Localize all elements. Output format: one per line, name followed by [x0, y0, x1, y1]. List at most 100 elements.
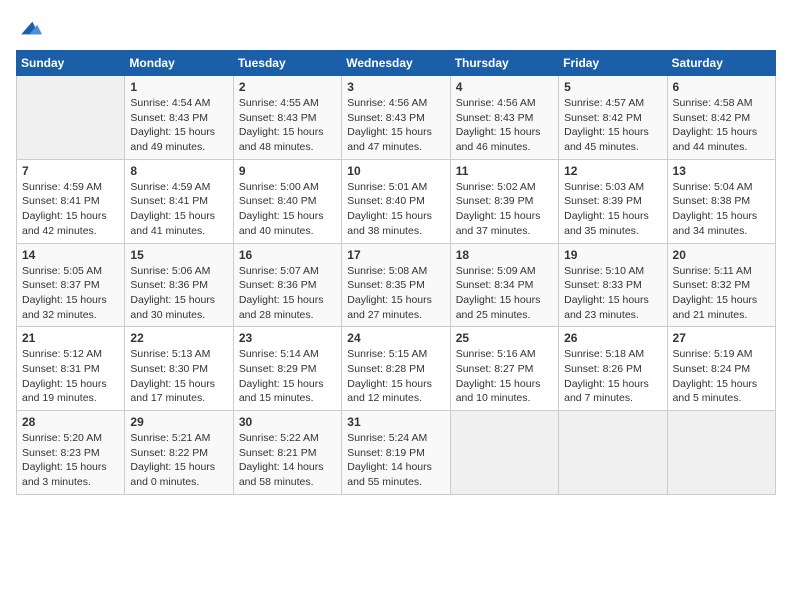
calendar-cell: 16 Sunrise: 5:07 AM Sunset: 8:36 PM Dayli… [233, 243, 341, 327]
day-number: 5 [564, 80, 661, 94]
header-row [16, 16, 776, 40]
calendar-cell: 14 Sunrise: 5:05 AM Sunset: 8:37 PM Dayli… [17, 243, 125, 327]
calendar-cell: 5 Sunrise: 4:57 AM Sunset: 8:42 PM Daylig… [559, 76, 667, 160]
day-info: Sunrise: 5:11 AM Sunset: 8:32 PM Dayligh… [673, 264, 770, 323]
day-info: Sunrise: 5:21 AM Sunset: 8:22 PM Dayligh… [130, 431, 227, 490]
day-number: 4 [456, 80, 553, 94]
calendar-cell [667, 411, 775, 495]
calendar-cell: 19 Sunrise: 5:10 AM Sunset: 8:33 PM Dayli… [559, 243, 667, 327]
calendar-cell: 28 Sunrise: 5:20 AM Sunset: 8:23 PM Dayli… [17, 411, 125, 495]
calendar-cell: 23 Sunrise: 5:14 AM Sunset: 8:29 PM Dayli… [233, 327, 341, 411]
day-info: Sunrise: 5:01 AM Sunset: 8:40 PM Dayligh… [347, 180, 444, 239]
calendar-cell: 27 Sunrise: 5:19 AM Sunset: 8:24 PM Dayli… [667, 327, 775, 411]
calendar-cell: 18Sunrise: 5:09 AM Sunset: 8:34 PM Dayli… [450, 243, 558, 327]
calendar-cell: 20 Sunrise: 5:11 AM Sunset: 8:32 PM Dayli… [667, 243, 775, 327]
day-info: Sunrise: 5:10 AM Sunset: 8:33 PM Dayligh… [564, 264, 661, 323]
day-info: Sunrise: 4:58 AM Sunset: 8:42 PM Dayligh… [673, 96, 770, 155]
calendar-cell: 21 Sunrise: 5:12 AM Sunset: 8:31 PM Dayli… [17, 327, 125, 411]
day-number: 28 [22, 415, 119, 429]
day-number: 23 [239, 331, 336, 345]
day-info: Sunrise: 4:59 AM Sunset: 8:41 PM Dayligh… [22, 180, 119, 239]
calendar-week-row: 7 Sunrise: 4:59 AM Sunset: 8:41 PM Daylig… [17, 159, 776, 243]
day-info: Sunrise: 5:16 AM Sunset: 8:27 PM Dayligh… [456, 347, 553, 406]
day-number: 14 [22, 248, 119, 262]
day-number: 26 [564, 331, 661, 345]
calendar-cell [17, 76, 125, 160]
calendar-week-row: 14 Sunrise: 5:05 AM Sunset: 8:37 PM Dayli… [17, 243, 776, 327]
day-number: 30 [239, 415, 336, 429]
day-number: 18 [456, 248, 553, 262]
day-number: 19 [564, 248, 661, 262]
calendar-cell [559, 411, 667, 495]
day-number: 25 [456, 331, 553, 345]
calendar-cell: 7 Sunrise: 4:59 AM Sunset: 8:41 PM Daylig… [17, 159, 125, 243]
calendar-cell: 24 Sunrise: 5:15 AM Sunset: 8:28 PM Dayli… [342, 327, 450, 411]
col-header-thursday: Thursday [450, 51, 558, 76]
col-header-monday: Monday [125, 51, 233, 76]
col-header-saturday: Saturday [667, 51, 775, 76]
day-info: Sunrise: 5:06 AM Sunset: 8:36 PM Dayligh… [130, 264, 227, 323]
day-number: 2 [239, 80, 336, 94]
day-info: Sunrise: 5:14 AM Sunset: 8:29 PM Dayligh… [239, 347, 336, 406]
day-number: 16 [239, 248, 336, 262]
calendar-cell: 29 Sunrise: 5:21 AM Sunset: 8:22 PM Dayli… [125, 411, 233, 495]
col-header-tuesday: Tuesday [233, 51, 341, 76]
day-info: Sunrise: 4:56 AM Sunset: 8:43 PM Dayligh… [347, 96, 444, 155]
day-number: 7 [22, 164, 119, 178]
day-info: Sunrise: 5:20 AM Sunset: 8:23 PM Dayligh… [22, 431, 119, 490]
logo-icon [18, 16, 42, 40]
calendar-cell: 9 Sunrise: 5:00 AM Sunset: 8:40 PM Daylig… [233, 159, 341, 243]
calendar-cell: 26Sunrise: 5:18 AM Sunset: 8:26 PM Dayli… [559, 327, 667, 411]
calendar-cell: 2 Sunrise: 4:55 AM Sunset: 8:43 PM Daylig… [233, 76, 341, 160]
calendar-cell: 30 Sunrise: 5:22 AM Sunset: 8:21 PM Dayli… [233, 411, 341, 495]
calendar-cell: 10 Sunrise: 5:01 AM Sunset: 8:40 PM Dayli… [342, 159, 450, 243]
main-container: SundayMondayTuesdayWednesdayThursdayFrid… [0, 0, 792, 505]
day-info: Sunrise: 5:08 AM Sunset: 8:35 PM Dayligh… [347, 264, 444, 323]
day-info: Sunrise: 5:19 AM Sunset: 8:24 PM Dayligh… [673, 347, 770, 406]
day-number: 29 [130, 415, 227, 429]
day-number: 22 [130, 331, 227, 345]
calendar-cell: 22 Sunrise: 5:13 AM Sunset: 8:30 PM Dayli… [125, 327, 233, 411]
day-number: 1 [130, 80, 227, 94]
day-info: Sunrise: 4:55 AM Sunset: 8:43 PM Dayligh… [239, 96, 336, 155]
calendar-cell: 4 Sunrise: 4:56 AM Sunset: 8:43 PM Daylig… [450, 76, 558, 160]
day-number: 3 [347, 80, 444, 94]
day-info: Sunrise: 4:54 AM Sunset: 8:43 PM Dayligh… [130, 96, 227, 155]
day-number: 21 [22, 331, 119, 345]
day-info: Sunrise: 5:07 AM Sunset: 8:36 PM Dayligh… [239, 264, 336, 323]
calendar-cell: 13Sunrise: 5:04 AM Sunset: 8:38 PM Dayli… [667, 159, 775, 243]
calendar-cell: 25 Sunrise: 5:16 AM Sunset: 8:27 PM Dayli… [450, 327, 558, 411]
day-number: 20 [673, 248, 770, 262]
calendar-cell: 8Sunrise: 4:59 AM Sunset: 8:41 PM Daylig… [125, 159, 233, 243]
calendar-cell: 6 Sunrise: 4:58 AM Sunset: 8:42 PM Daylig… [667, 76, 775, 160]
day-info: Sunrise: 4:57 AM Sunset: 8:42 PM Dayligh… [564, 96, 661, 155]
calendar-cell: 17Sunrise: 5:08 AM Sunset: 8:35 PM Dayli… [342, 243, 450, 327]
day-number: 24 [347, 331, 444, 345]
day-number: 11 [456, 164, 553, 178]
calendar-cell: 31Sunrise: 5:24 AM Sunset: 8:19 PM Dayli… [342, 411, 450, 495]
day-info: Sunrise: 5:15 AM Sunset: 8:28 PM Dayligh… [347, 347, 444, 406]
calendar-cell: 12Sunrise: 5:03 AM Sunset: 8:39 PM Dayli… [559, 159, 667, 243]
day-info: Sunrise: 4:59 AM Sunset: 8:41 PM Dayligh… [130, 180, 227, 239]
col-header-wednesday: Wednesday [342, 51, 450, 76]
calendar-week-row: 28 Sunrise: 5:20 AM Sunset: 8:23 PM Dayli… [17, 411, 776, 495]
day-number: 6 [673, 80, 770, 94]
day-info: Sunrise: 4:56 AM Sunset: 8:43 PM Dayligh… [456, 96, 553, 155]
calendar-cell: 3 Sunrise: 4:56 AM Sunset: 8:43 PM Daylig… [342, 76, 450, 160]
calendar-week-row: 1 Sunrise: 4:54 AM Sunset: 8:43 PM Daylig… [17, 76, 776, 160]
day-info: Sunrise: 5:05 AM Sunset: 8:37 PM Dayligh… [22, 264, 119, 323]
col-header-friday: Friday [559, 51, 667, 76]
day-info: Sunrise: 5:24 AM Sunset: 8:19 PM Dayligh… [347, 431, 444, 490]
day-info: Sunrise: 5:02 AM Sunset: 8:39 PM Dayligh… [456, 180, 553, 239]
day-number: 15 [130, 248, 227, 262]
day-number: 27 [673, 331, 770, 345]
day-info: Sunrise: 5:13 AM Sunset: 8:30 PM Dayligh… [130, 347, 227, 406]
calendar-cell: 15 Sunrise: 5:06 AM Sunset: 8:36 PM Dayli… [125, 243, 233, 327]
day-info: Sunrise: 5:22 AM Sunset: 8:21 PM Dayligh… [239, 431, 336, 490]
calendar-cell: 11 Sunrise: 5:02 AM Sunset: 8:39 PM Dayli… [450, 159, 558, 243]
day-number: 10 [347, 164, 444, 178]
calendar-header-row: SundayMondayTuesdayWednesdayThursdayFrid… [17, 51, 776, 76]
day-info: Sunrise: 5:12 AM Sunset: 8:31 PM Dayligh… [22, 347, 119, 406]
day-info: Sunrise: 5:00 AM Sunset: 8:40 PM Dayligh… [239, 180, 336, 239]
day-number: 9 [239, 164, 336, 178]
